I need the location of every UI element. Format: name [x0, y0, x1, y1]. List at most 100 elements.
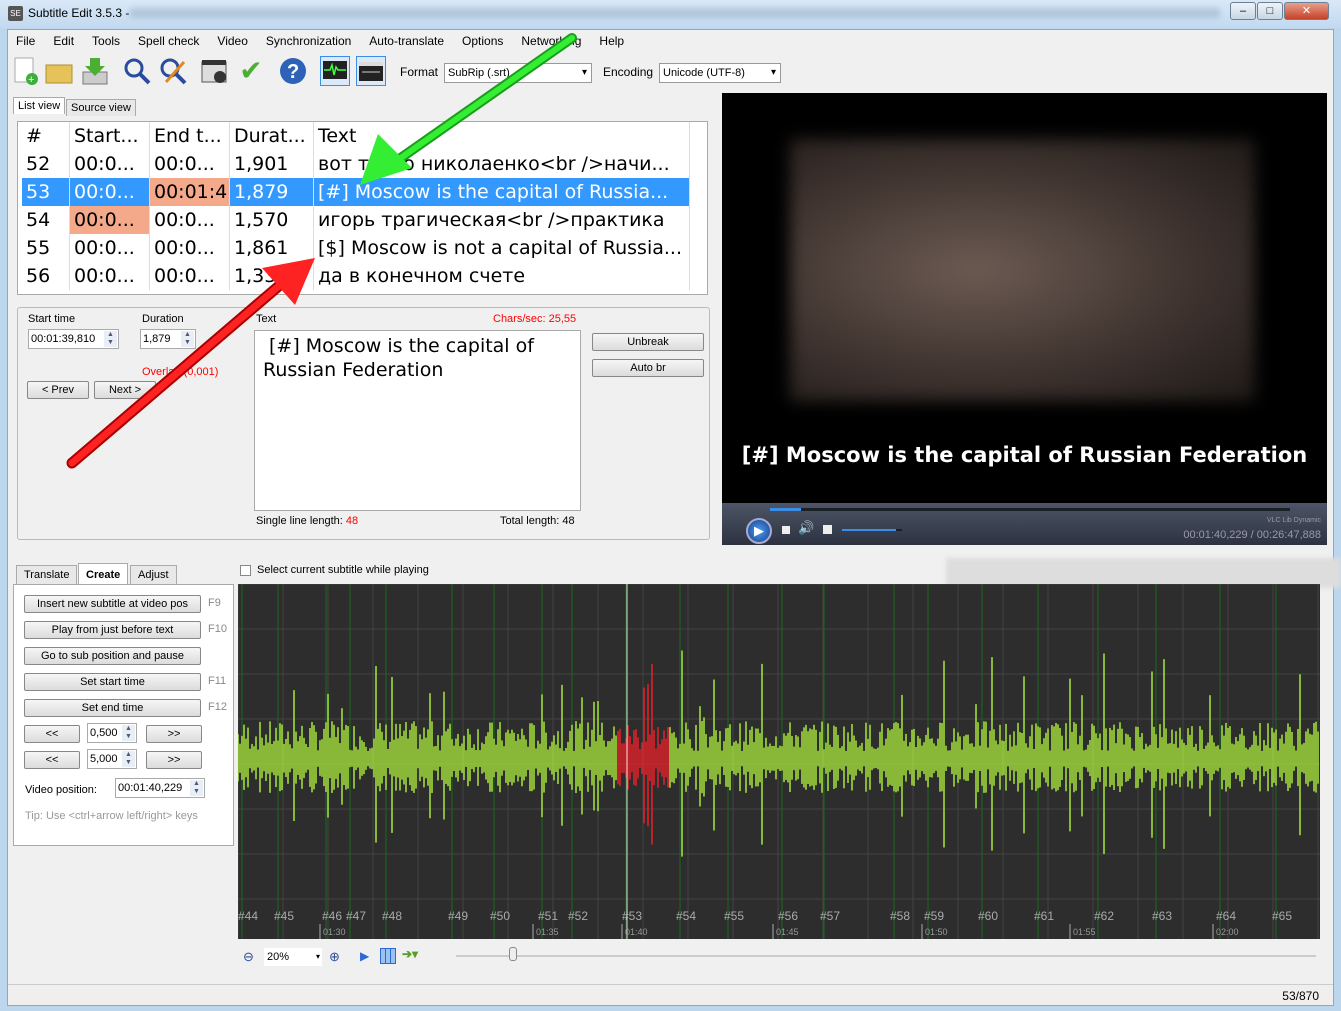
video-player[interactable]: [#] Moscow is the capital of Russian Fed… [722, 93, 1327, 545]
col-text[interactable]: Text [314, 122, 690, 150]
table-row[interactable]: 54 00:0... 00:0... 1,570 игорь трагическая<b… [22, 206, 690, 234]
menu-synchronization[interactable]: Synchronization [257, 30, 360, 52]
tab-translate[interactable]: Translate [16, 565, 78, 584]
col-duration[interactable]: Durat... [230, 122, 314, 150]
subtitle-number-label: #63 [1152, 909, 1172, 923]
back-large-button[interactable]: << [24, 751, 80, 769]
time-label: 01:55 [1073, 927, 1096, 937]
start-time-value: 00:01:39,810 [31, 333, 96, 345]
prev-button[interactable]: < Prev [27, 381, 89, 399]
subtitle-number-label: #52 [568, 909, 588, 923]
waveform-position-track[interactable] [456, 955, 1316, 957]
menu-help[interactable]: Help [590, 30, 633, 52]
menu-options[interactable]: Options [453, 30, 512, 52]
fullscreen-icon[interactable] [823, 525, 832, 534]
small-step-spinner[interactable]: ▲ ▼ [122, 725, 135, 741]
maximize-button[interactable]: □ [1257, 2, 1283, 20]
cell-start: 00:0... [70, 150, 150, 178]
forward-large-button[interactable]: >> [146, 751, 202, 769]
menu-spell-check[interactable]: Spell check [129, 30, 208, 52]
auto-continue-icon[interactable]: ➔▾ [402, 947, 418, 961]
table-row[interactable]: 55 00:0... 00:0... 1,861 [$] Moscow is not a… [22, 234, 690, 262]
subtitle-text-editor[interactable]: [#] Moscow is the capital of Russian Fede… [254, 330, 581, 511]
video-position-input[interactable]: 00:01:40,229 ▲ ▼ [115, 778, 205, 798]
volume-slider[interactable] [842, 529, 902, 531]
zoom-select[interactable]: 20% ▾ [264, 948, 322, 966]
select-current-checkbox[interactable] [240, 565, 251, 576]
minimize-button[interactable]: – [1230, 2, 1256, 20]
audio-waveform[interactable]: #44 #45 #46 #47 #48 #49 #50 #51 #52 #53 #54 #55 #56 #… [237, 583, 1320, 939]
new-file-icon[interactable]: + [10, 56, 40, 86]
tab-source-view[interactable]: Source view [66, 99, 136, 116]
create-button[interactable]: Play from just before text [24, 621, 201, 639]
play-button[interactable]: ▶ [746, 518, 772, 544]
menu-tools[interactable]: Tools [83, 30, 129, 52]
start-time-spinner[interactable]: ▲ ▼ [104, 331, 117, 347]
back-small-button[interactable]: << [24, 725, 80, 743]
menu-networking[interactable]: Networking [512, 30, 590, 52]
create-button[interactable]: Set start time [24, 673, 201, 691]
video-position-spinner[interactable]: ▲ ▼ [190, 780, 203, 796]
large-step-spinner[interactable]: ▲ ▼ [122, 751, 135, 767]
small-step-input[interactable]: 0,500 ▲ ▼ [87, 723, 137, 743]
duration-label: Duration [142, 313, 184, 325]
tab-list-view[interactable]: List view [13, 97, 66, 114]
create-button[interactable]: Insert new subtitle at video pos [24, 595, 201, 613]
video-toggle-icon[interactable] [356, 56, 386, 86]
cell-end: 00:0... [150, 206, 230, 234]
auto-br-button[interactable]: Auto br [592, 359, 704, 377]
waveform-canvas[interactable]: #44 #45 #46 #47 #48 #49 #50 #51 #52 #53 #54 #55 #56 #… [237, 583, 1320, 939]
unbreak-button[interactable]: Unbreak [592, 333, 704, 351]
cell-text: [#] Moscow is the capital of Russia... [314, 178, 690, 206]
waveform-toggle-icon[interactable] [320, 56, 350, 86]
forward-small-button[interactable]: >> [146, 725, 202, 743]
create-panel: Insert new subtitle at video pos F9 Play f… [13, 584, 234, 846]
cell-duration: 1,330 [230, 262, 314, 290]
col-end[interactable]: End t... [150, 122, 230, 150]
table-row[interactable]: 56 00:0... 00:0... 1,330 да в конечном счете [22, 262, 690, 290]
format-select[interactable]: SubRip (.srt) [444, 63, 592, 83]
menu-auto-translate[interactable]: Auto-translate [360, 30, 453, 52]
play-selection-icon[interactable]: ▶ [360, 949, 369, 963]
col-start[interactable]: Start... [70, 122, 150, 150]
large-step-input[interactable]: 5,000 ▲ ▼ [87, 749, 137, 769]
menu-video[interactable]: Video [208, 30, 256, 52]
duration-input[interactable]: 1,879 ▲ ▼ [140, 329, 196, 349]
open-folder-icon[interactable] [44, 56, 74, 86]
cell-end: 00:0... [150, 150, 230, 178]
seek-bar[interactable] [770, 508, 1290, 511]
shortcut-key: F9 [208, 597, 221, 609]
check-icon[interactable]: ✔ [236, 56, 266, 86]
stop-button[interactable] [782, 526, 790, 534]
single-line-length: Single line length: 48 [256, 515, 358, 527]
create-button[interactable]: Go to sub position and pause [24, 647, 201, 665]
close-button[interactable]: ✕ [1284, 2, 1329, 20]
menu-edit[interactable]: Edit [44, 30, 83, 52]
zoom-out-icon[interactable]: ⊖ [243, 949, 254, 965]
duration-spinner[interactable]: ▲ ▼ [181, 331, 194, 347]
next-button[interactable]: Next > [94, 381, 156, 399]
text-line-1: [#] Moscow is the capital of [269, 335, 534, 357]
table-row[interactable]: 53 00:0... 00:01:4 1,879 [#] Moscow is the … [22, 178, 690, 206]
col-number[interactable]: # [22, 122, 70, 150]
encoding-select[interactable]: Unicode (UTF-8) [659, 63, 781, 83]
zoom-in-icon[interactable]: ⊕ [329, 949, 340, 965]
tab-adjust[interactable]: Adjust [130, 565, 177, 584]
subtitle-number-label: #60 [978, 909, 998, 923]
help-icon[interactable]: ? [278, 56, 308, 86]
table-row[interactable]: 52 00:0... 00:0... 1,901 вот такто николаенк… [22, 150, 690, 178]
replace-icon[interactable] [158, 56, 188, 86]
start-time-input[interactable]: 00:01:39,810 ▲ ▼ [28, 329, 119, 349]
find-icon[interactable] [122, 56, 152, 86]
volume-icon[interactable]: 🔊 [798, 520, 814, 536]
save-download-icon[interactable] [80, 56, 110, 86]
menu-file[interactable]: File [7, 30, 44, 52]
video-time: 00:01:40,229 / 00:26:47,888 [1183, 529, 1321, 541]
split-icon[interactable] [380, 948, 396, 964]
visual-sync-icon[interactable] [200, 56, 230, 86]
create-button[interactable]: Set end time [24, 699, 201, 717]
cell-text: да в конечном счете [314, 262, 690, 290]
waveform-position-thumb[interactable] [509, 947, 517, 961]
cell-text: вот такто николаенко<br />начи... [314, 150, 690, 178]
tab-create[interactable]: Create [78, 563, 129, 586]
